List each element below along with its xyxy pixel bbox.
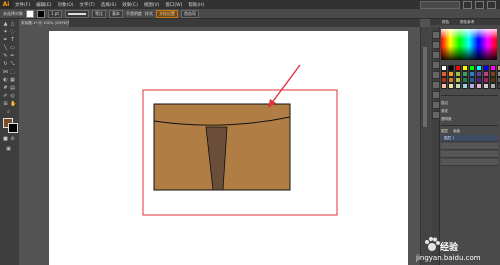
appearance-panel-icon[interactable] (432, 101, 440, 109)
scrollbar-thumb[interactable] (423, 47, 427, 127)
stroke-panel-icon[interactable] (432, 71, 440, 79)
transparency-panel-row[interactable]: 透明度 (441, 116, 498, 122)
tab-color[interactable]: 颜色 (440, 19, 451, 25)
swatches-panel-icon[interactable] (432, 41, 440, 49)
tab-layers[interactable]: 图层 (441, 129, 448, 133)
layer-row-path[interactable] (441, 143, 498, 150)
swatch[interactable] (441, 83, 447, 89)
annotation-arrow-line (270, 64, 301, 105)
swatch[interactable] (476, 83, 482, 89)
layer-row-path[interactable] (441, 151, 498, 158)
paw-logo-icon (425, 237, 440, 251)
watermark-text: 经验 (440, 243, 459, 253)
layer-row[interactable]: 图层 1 (441, 135, 498, 142)
swatch[interactable] (455, 83, 461, 89)
panel-icon-strip (431, 27, 440, 265)
symbols-panel-icon[interactable] (432, 61, 440, 69)
gradient-panel-icon[interactable] (432, 81, 440, 89)
vertical-scrollbar[interactable] (420, 27, 430, 265)
layers-panel-header: 图层 画板 (441, 128, 498, 134)
swatch[interactable] (462, 83, 468, 89)
swatch[interactable] (469, 83, 475, 89)
panel-divider (441, 125, 498, 126)
transparency-panel-icon[interactable] (432, 91, 440, 99)
baidu-watermark: 经验 jingyan.baidu.com (414, 232, 500, 265)
watermark-url: jingyan.baidu.com (416, 254, 481, 262)
swatch-row-4 (441, 83, 500, 89)
color-panel-icon[interactable] (432, 31, 440, 39)
gradient-panel-row[interactable]: 渐变 (441, 108, 498, 114)
brushes-panel-icon[interactable] (432, 51, 440, 59)
layers-panel-icon[interactable] (432, 111, 440, 119)
color-panel-tabs: 颜色 颜色参考 (430, 19, 500, 25)
tab-color-guide[interactable]: 颜色参考 (458, 19, 476, 25)
tab-artboards[interactable]: 画板 (453, 129, 460, 133)
panel-divider (441, 95, 498, 96)
swatch[interactable] (490, 83, 496, 89)
layer-row-path[interactable] (441, 159, 498, 166)
swatch[interactable] (448, 83, 454, 89)
spectrum-highlight (441, 29, 497, 39)
stroke-panel-row[interactable]: 描边 (441, 100, 498, 106)
swatch[interactable] (483, 83, 489, 89)
